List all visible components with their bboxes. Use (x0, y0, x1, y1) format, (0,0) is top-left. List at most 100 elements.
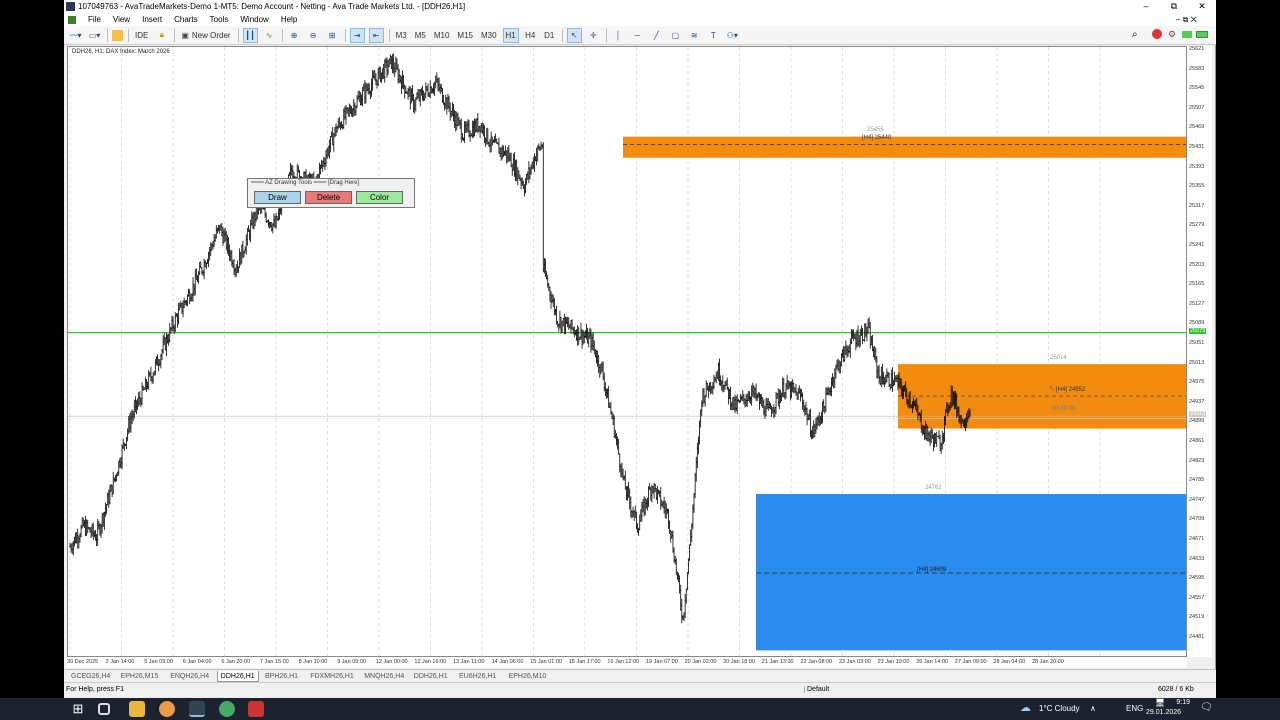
chart-tab[interactable]: DDH26,H1 (411, 671, 451, 682)
weather-text[interactable]: 1°C Cloudy (1039, 704, 1080, 713)
menu-help[interactable]: Help (281, 15, 297, 24)
chart-tab[interactable]: EPH26,M10 (506, 671, 550, 682)
metatrader-icon[interactable] (189, 701, 205, 717)
price-axis[interactable]: 25621 25583 25545 25507 25469 25431 25393 25355… (1187, 46, 1212, 657)
connection-icon (1196, 31, 1208, 38)
minimize-button[interactable]: – (1132, 0, 1160, 13)
chart-tabs: GCEG26,H4 EPH26,M15 ENQH26,H4 DDH26,H1 BPH26… (64, 669, 1216, 682)
chart-canvas[interactable] (68, 47, 1187, 657)
chart-tab[interactable]: ENQH26,H4 (167, 671, 212, 682)
time-tick-label: 13 Jan 11:00 (453, 659, 485, 665)
time-axis[interactable]: 30 Dec 2025 2 Jan 14:00 5 Jan 09:00 6 Jan 0… (67, 657, 1187, 668)
color-button[interactable]: Color (356, 191, 403, 204)
tf-m3[interactable]: M3 (394, 28, 409, 43)
tf-m10[interactable]: M10 (432, 28, 452, 43)
chart-shift-icon[interactable]: ⇤ (368, 27, 384, 43)
text-icon[interactable]: T (706, 28, 721, 43)
price-tick-label: 25089 (1189, 320, 1205, 327)
maximize-button[interactable]: ⧉ (1160, 0, 1188, 13)
notification-icon[interactable] (1152, 29, 1162, 39)
tf-d1[interactable]: D1 (542, 28, 557, 43)
file-explorer-icon[interactable] (129, 701, 145, 717)
menu-window[interactable]: Window (240, 15, 268, 24)
bar-chart-icon[interactable]: ┃┃ (242, 27, 258, 43)
tf-m15[interactable]: M15 (455, 28, 475, 43)
tf-h1[interactable]: H1 (502, 27, 519, 43)
task-view-icon[interactable] (98, 703, 110, 715)
channel-icon[interactable]: ≋ (687, 28, 702, 43)
app-icon-green[interactable] (219, 701, 235, 717)
lock-icon[interactable]: 🔒︎ (154, 28, 169, 43)
rectangle-icon[interactable]: ▢ (668, 28, 683, 43)
tf-m5[interactable]: M5 (413, 28, 428, 43)
price-tick-label: 25583 (1189, 65, 1205, 72)
status-bar: For Help, press F1 Default 6028 / 6 Kb (64, 682, 1216, 698)
new-order-button[interactable]: ▣ New Order (179, 28, 232, 43)
menu-insert[interactable]: Insert (142, 15, 162, 24)
chart-tab[interactable]: DDH26,H1 (216, 671, 259, 682)
chart-tab[interactable]: EPH26,M15 (118, 671, 162, 682)
horizontal-line-icon[interactable]: ─ (630, 28, 645, 43)
menu-charts[interactable]: Charts (174, 15, 198, 24)
chart-tab[interactable]: FDXMH26,H1 (307, 671, 357, 682)
price-tick-label: 24975 (1189, 379, 1205, 386)
tf-m30[interactable]: M30 (479, 28, 499, 43)
shapes-icon[interactable]: ⚇▾ (725, 28, 740, 43)
time-tick-label: 19 Jan 07:00 (646, 659, 678, 665)
tf-h4[interactable]: H4 (523, 28, 538, 43)
crosshair-icon[interactable]: ✛ (586, 28, 601, 43)
zoom-out-icon[interactable]: ⊖ (306, 28, 321, 43)
price-tick-label: 25203 (1189, 261, 1205, 268)
cursor-icon[interactable]: ↖ (566, 27, 582, 43)
chart-tab[interactable]: GCEG26,H4 (68, 671, 113, 682)
chart-type-icon[interactable]: 〰▾ (68, 28, 83, 43)
weather-icon[interactable]: ☁ (1020, 701, 1036, 717)
delete-button[interactable]: Delete (305, 191, 352, 204)
close-button[interactable]: ✕ (1188, 0, 1216, 13)
trendline-icon[interactable]: ╱ (649, 28, 664, 43)
new-order-label: New Order (191, 30, 231, 40)
draw-button[interactable]: Draw (254, 191, 301, 204)
child-window-controls[interactable]: – ⧉ ✕ (1176, 15, 1197, 25)
menu-tools[interactable]: Tools (210, 15, 229, 24)
ide-button[interactable]: IDE (133, 28, 150, 43)
line-chart-icon[interactable]: ∿ (262, 28, 277, 43)
app-icon-red[interactable] (248, 701, 264, 717)
time-tick-label: 6 Jan 20:00 (221, 659, 251, 665)
zoom-in-icon[interactable]: ⊕ (287, 28, 302, 43)
search-icon[interactable]: ⌕ (1132, 29, 1138, 40)
autoscroll-icon[interactable]: ⇥ (349, 27, 365, 43)
new-order-icon: ▣ (181, 30, 189, 40)
windows-taskbar: ⊞ ☁ 1°C Cloudy ∧ ENG 🖥︎ 9:19 29.01.2026 … (0, 698, 1280, 720)
time-tick-label: 14 Jan 06:00 (491, 659, 524, 665)
menu-view[interactable]: View (113, 15, 130, 24)
menu-file[interactable]: File (88, 15, 101, 24)
clock-time[interactable]: 9:19 (1158, 699, 1190, 706)
time-tick-label: 8 Jan 10:00 (298, 659, 328, 665)
grid-icon[interactable]: ⊞ (325, 28, 340, 43)
time-tick-label: 16 Jan 12:00 (607, 659, 640, 665)
time-tick-label: 27 Jan 09:00 (954, 659, 987, 665)
toolbar: 〰▾ ▭▾ IDE 🔒︎ ▣ New Order ┃┃ ∿ ⊕ ⊖ ⊞ ⇥ ⇤ M… (64, 26, 1216, 45)
chart-tab[interactable]: EU6H26,H1 (456, 671, 499, 682)
clock-date[interactable]: 29.01.2026 (1146, 709, 1181, 716)
tray-chevron-icon[interactable]: ∧ (1090, 704, 1096, 713)
template-icon[interactable]: ▭▾ (87, 28, 102, 43)
language-indicator[interactable]: ENG (1126, 704, 1143, 713)
chart-tab[interactable]: BPH26,H1 (262, 671, 301, 682)
price-chart[interactable]: DDH26, H1: DAX Index: March 2026 [H4] 25… (67, 46, 1187, 657)
notifications-icon[interactable]: 🗨︎ (1200, 702, 1213, 713)
chrome-icon[interactable] (159, 701, 175, 717)
top-zone-label: [H4] 25440 (862, 135, 892, 141)
blue-zone-price-label: 24762 (925, 485, 942, 491)
price-tick-label: 24937 (1189, 398, 1205, 405)
chart-tab[interactable]: MNQH26,H4 (361, 671, 407, 682)
top-supply-zone (623, 136, 1186, 158)
settings-icon[interactable]: ⚙ (1168, 29, 1176, 40)
market-watch-icon[interactable] (112, 29, 123, 41)
vertical-line-icon[interactable]: │ (611, 28, 626, 43)
windows-start-icon[interactable]: ⊞ (70, 701, 86, 717)
price-tick-label: 25165 (1189, 281, 1205, 288)
az-drawing-tools-panel[interactable]: ═══ AZ Drawing Tools ═══ [Drag Here] Dra… (247, 178, 415, 208)
drawing-panel-header[interactable]: ═══ AZ Drawing Tools ═══ [Drag Here] (248, 179, 414, 189)
